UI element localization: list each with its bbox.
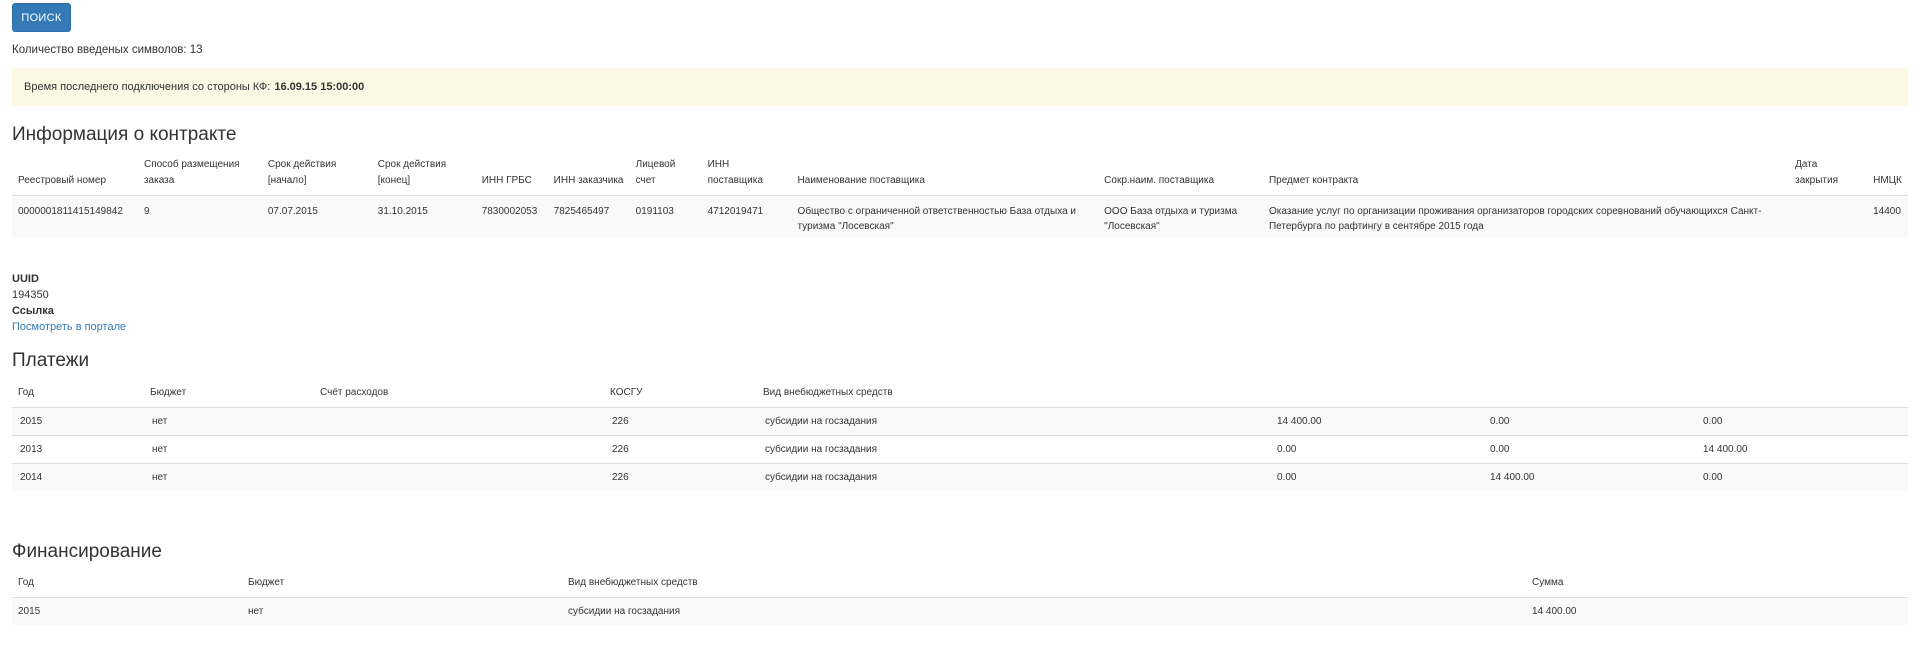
funding-table: Год Бюджет Вид внебюджетных средств Сумм…: [12, 573, 1908, 625]
payments-cell: 14 400.00: [1269, 406, 1482, 435]
alert-label: Время последнего подключения со стороны …: [24, 81, 271, 93]
contract-header-cell: ИНН поставщика: [707, 158, 763, 186]
contract-cell: 07.07.2015: [261, 194, 372, 237]
alert-value: 16.09.15 15:00:00: [274, 81, 365, 93]
payments-cell: [314, 434, 604, 463]
payments-cell: 0.00: [1269, 462, 1482, 491]
payments-header-cell: КОСГУ: [610, 386, 643, 398]
contract-cell: Оказание услуг по организации проживания…: [1262, 194, 1790, 237]
table-row: 2015 нет 226 субсидии на госзадания 14 4…: [12, 406, 1908, 435]
funding-header-cell: Вид внебюджетных средств: [568, 576, 698, 588]
payments-cell: 0.00: [1482, 406, 1695, 435]
payments-cell: [314, 406, 604, 435]
payments-cell: субсидии на госзадания: [757, 434, 1269, 463]
char-count-text: Количество введеных символов: 13: [12, 44, 203, 56]
table-row: 2015 нет субсидии на госзадания 14 400.0…: [12, 596, 1908, 625]
search-button[interactable]: ПОИСК: [12, 3, 71, 32]
contract-cell: 0000001811415149842: [12, 194, 138, 237]
payments-header-cell: Год: [18, 386, 34, 398]
payments-header-cell: Бюджет: [150, 386, 187, 398]
uuid-label: UUID: [12, 273, 39, 285]
contract-meta: UUID 194350 Ссылка Посмотреть в портале: [12, 271, 126, 335]
funding-cell: 2015: [12, 596, 242, 625]
payments-header-cell: [1695, 383, 1908, 407]
payments-header-cell: Вид внебюджетных средств: [763, 386, 893, 398]
payments-heading: Платежи: [12, 350, 90, 371]
contract-header-cell: Лицевой счет: [635, 158, 676, 186]
payments-cell: 14 400.00: [1695, 434, 1908, 463]
contract-header-cell: НМЦК: [1873, 174, 1902, 186]
funding-header-cell: Год: [18, 576, 34, 588]
contract-cell: [1789, 194, 1868, 237]
payments-header-cell: Счёт расходов: [320, 386, 389, 398]
uuid-value: 194350: [12, 289, 49, 301]
payments-cell: 2013: [12, 434, 144, 463]
last-connection-alert: Время последнего подключения со стороны …: [12, 68, 1908, 106]
funding-heading: Финансирование: [12, 541, 162, 562]
payments-cell: 2014: [12, 462, 144, 491]
payments-header-cell: [1482, 383, 1695, 407]
contract-header-cell: Сокр.наим. поставщика: [1104, 174, 1215, 186]
portal-link[interactable]: Посмотреть в портале: [12, 319, 126, 335]
contract-header-cell: Реестровый номер: [18, 174, 107, 186]
contract-table: Реестровый номер Способ размещения заказ…: [12, 156, 1908, 237]
contract-heading: Информация о контракте: [12, 124, 237, 145]
contract-cell: 0191103: [629, 194, 702, 237]
contract-header-row: Реестровый номер Способ размещения заказ…: [12, 156, 1908, 195]
funding-header-cell: Бюджет: [248, 576, 285, 588]
contract-cell: 7825465497: [547, 194, 630, 237]
funding-cell: нет: [242, 596, 562, 625]
payments-cell: 0.00: [1695, 406, 1908, 435]
payments-header-row: Год Бюджет Счёт расходов КОСГУ Вид внебю…: [12, 383, 1908, 407]
funding-cell: 14 400.00: [1526, 596, 1908, 625]
contract-header-cell: Дата закрытия: [1795, 158, 1839, 186]
contract-cell: 7830002053: [475, 194, 548, 237]
contract-cell: 4712019471: [701, 194, 792, 237]
contract-cell: 31.10.2015: [371, 194, 476, 237]
table-row: 2014 нет 226 субсидии на госзадания 0.00…: [12, 462, 1908, 491]
payments-cell: 226: [604, 462, 757, 491]
payments-cell: субсидии на госзадания: [757, 406, 1269, 435]
contract-header-cell: Предмет контракта: [1268, 174, 1359, 186]
payments-header-cell: [1269, 383, 1482, 407]
funding-cell: субсидии на госзадания: [562, 596, 1526, 625]
payments-cell: нет: [144, 434, 314, 463]
payments-cell: 2015: [12, 406, 144, 435]
payments-cell: нет: [144, 462, 314, 491]
contract-cell: ООО База отдыха и туризма "Лосевская": [1098, 194, 1263, 237]
payments-cell: 226: [604, 434, 757, 463]
contract-header-cell: Срок действия [конец]: [377, 158, 447, 186]
contract-cell: 14400: [1867, 194, 1908, 237]
table-row: 2013 нет 226 субсидии на госзадания 0.00…: [12, 434, 1908, 463]
funding-header-row: Год Бюджет Вид внебюджетных средств Сумм…: [12, 573, 1908, 597]
payments-cell: 14 400.00: [1482, 462, 1695, 491]
contract-header-cell: ИНН ГРБС: [481, 174, 532, 186]
contract-cell: Общество с ограниченной ответственностью…: [791, 194, 1099, 237]
table-row: 0000001811415149842 9 07.07.2015 31.10.2…: [12, 194, 1908, 237]
payments-cell: [314, 462, 604, 491]
payments-cell: субсидии на госзадания: [757, 462, 1269, 491]
contract-header-cell: Наименование поставщика: [797, 174, 925, 186]
payments-cell: 226: [604, 406, 757, 435]
payments-cell: 0.00: [1695, 462, 1908, 491]
payments-cell: 0.00: [1482, 434, 1695, 463]
link-label: Ссылка: [12, 305, 54, 317]
contract-header-cell: Способ размещения заказа: [143, 158, 240, 186]
contract-header-cell: ИНН заказчика: [553, 174, 624, 186]
funding-header-cell: Сумма: [1532, 576, 1564, 588]
contract-cell: 9: [137, 194, 262, 237]
contract-header-cell: Срок действия [начало]: [267, 158, 337, 186]
payments-cell: нет: [144, 406, 314, 435]
payments-table: Год Бюджет Счёт расходов КОСГУ Вид внебю…: [12, 383, 1908, 491]
payments-cell: 0.00: [1269, 434, 1482, 463]
